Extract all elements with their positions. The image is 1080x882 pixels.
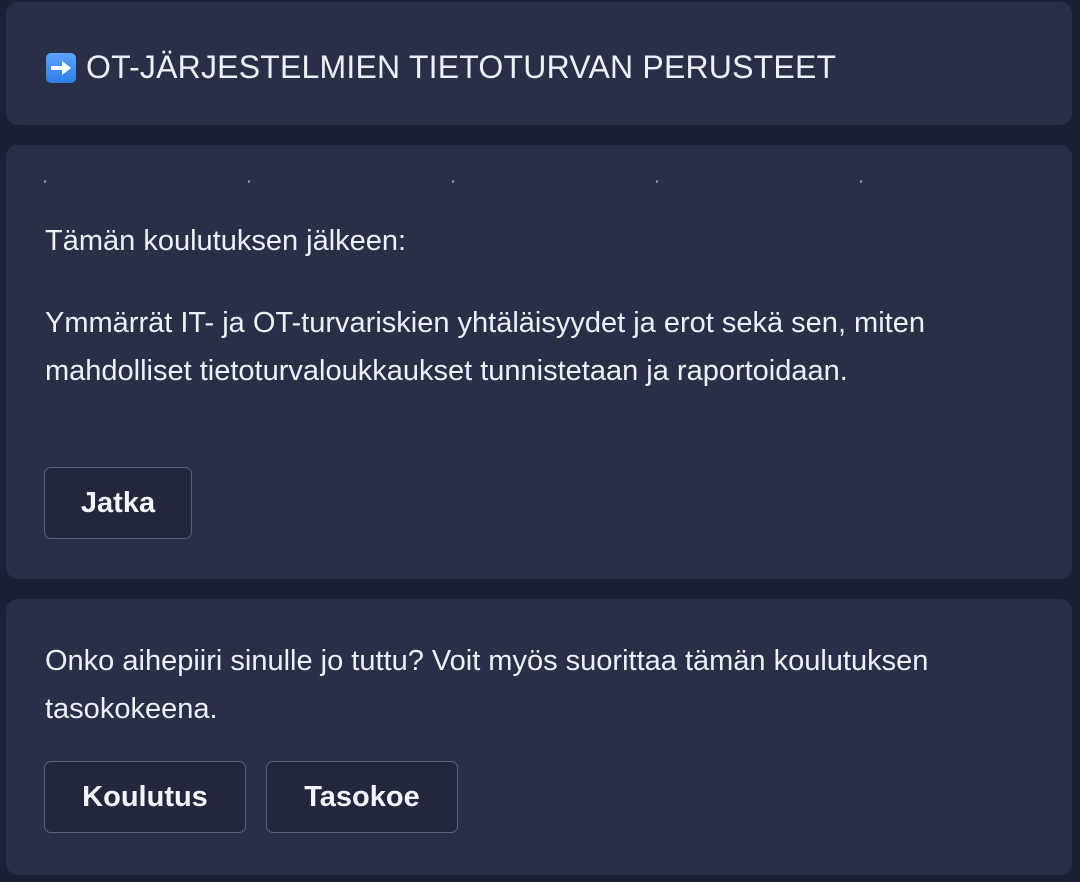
learning-goal-card: Tämän koulutuksen jälkeen: Ymmärrät IT- … [6, 145, 1072, 579]
placement-prompt-text: Onko aihepiiri sinulle jo tuttu? Voit my… [45, 645, 929, 725]
progress-dot [248, 180, 250, 183]
training-button[interactable]: Koulutus [44, 761, 246, 833]
progress-dot [656, 180, 658, 183]
progress-dot [44, 180, 46, 183]
description-text: Ymmärrät IT- ja OT-turvariskien yhtäläis… [45, 307, 925, 387]
page-title: OT-JÄRJESTELMIEN TIETOTURVAN PERUSTEET [86, 49, 837, 85]
title-row: OT-JÄRJESTELMIEN TIETOTURVAN PERUSTEET [46, 49, 836, 86]
right-arrow-icon [46, 52, 76, 83]
progress-dot [452, 180, 454, 183]
progress-dot [860, 180, 862, 183]
title-card: OT-JÄRJESTELMIEN TIETOTURVAN PERUSTEET [6, 2, 1072, 125]
placement-test-card: Onko aihepiiri sinulle jo tuttu? Voit my… [6, 599, 1072, 875]
progress-dots [44, 180, 864, 186]
placement-test-button[interactable]: Tasokoe [266, 761, 458, 833]
intro-text: Tämän koulutuksen jälkeen: [45, 225, 407, 257]
continue-button[interactable]: Jatka [44, 467, 192, 539]
